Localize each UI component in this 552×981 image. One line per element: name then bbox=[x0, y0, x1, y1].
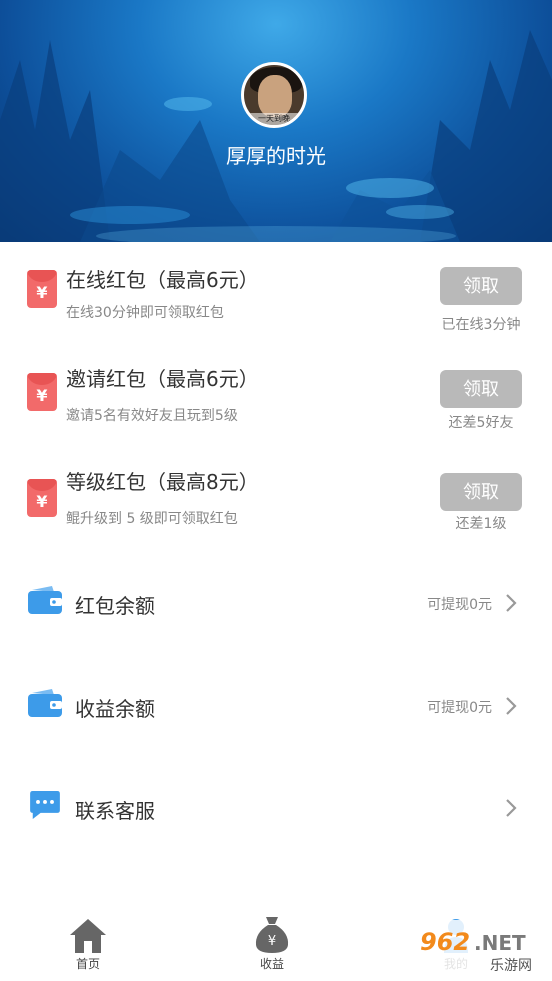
red-packet-subtitle: 鲲升级到 5 级即可领取红包 bbox=[66, 511, 238, 527]
claim-button[interactable]: 领取 bbox=[440, 370, 522, 408]
tab-earnings[interactable]: ¥ 收益 bbox=[212, 905, 332, 981]
money-bag-icon: ¥ bbox=[255, 917, 289, 953]
menu-label: 收益余额 bbox=[75, 697, 155, 721]
red-packet-subtitle: 邀请5名有效好友且玩到5级 bbox=[66, 408, 238, 424]
withdrawable-amount: 可提现0元 bbox=[427, 597, 492, 613]
red-packet-subtitle: 在线30分钟即可领取红包 bbox=[66, 305, 224, 321]
tab-label: 收益 bbox=[259, 957, 284, 971]
claim-button[interactable]: 领取 bbox=[440, 267, 522, 305]
chevron-right-icon bbox=[506, 594, 517, 612]
withdrawable-amount: 可提现0元 bbox=[427, 700, 492, 716]
red-packet-row-level: ¥ 等级红包（最高8元） 鲲升级到 5 级即可领取红包 领取 还差1级 bbox=[0, 448, 552, 548]
red-packet-status: 还差5好友 bbox=[448, 415, 514, 431]
red-packet-icon: ¥ bbox=[27, 373, 57, 411]
red-packet-row-online: ¥ 在线红包（最高6元） 在线30分钟即可领取红包 领取 已在线3分钟 bbox=[0, 242, 552, 342]
profile-header: 一天到晚 厚厚的时光 bbox=[0, 0, 552, 242]
avatar-caption: 一天到晚 bbox=[244, 113, 304, 125]
tab-label: 首页 bbox=[75, 957, 100, 971]
red-packet-icon: ¥ bbox=[27, 479, 57, 517]
home-icon bbox=[70, 919, 106, 953]
menu-item-redpacket-balance[interactable]: 红包余额 可提现0元 bbox=[0, 570, 552, 636]
chevron-right-icon bbox=[506, 697, 517, 715]
menu-item-earnings-balance[interactable]: 收益余额 可提现0元 bbox=[0, 673, 552, 739]
wallet-icon bbox=[28, 689, 62, 717]
red-packet-icon: ¥ bbox=[27, 270, 57, 308]
red-packet-title: 在线红包（最高6元） bbox=[66, 268, 259, 292]
tab-home[interactable]: 首页 bbox=[28, 905, 148, 981]
wallet-icon bbox=[28, 586, 62, 614]
chevron-right-icon bbox=[506, 799, 517, 817]
red-packet-title: 邀请红包（最高6元） bbox=[66, 367, 259, 391]
avatar[interactable]: 一天到晚 bbox=[241, 62, 307, 128]
menu-label: 联系客服 bbox=[75, 799, 155, 823]
svg-text:962: 962 bbox=[420, 928, 470, 956]
svg-text:乐游网: 乐游网 bbox=[490, 958, 532, 974]
red-packet-title: 等级红包（最高8元） bbox=[66, 470, 259, 494]
svg-text:.NET: .NET bbox=[474, 931, 526, 955]
red-packet-status: 还差1级 bbox=[455, 516, 507, 532]
username: 厚厚的时光 bbox=[226, 144, 326, 168]
chat-bubble-icon bbox=[30, 791, 60, 819]
menu-item-customer-service[interactable]: 联系客服 bbox=[0, 775, 552, 841]
menu-label: 红包余额 bbox=[75, 594, 155, 618]
red-packet-row-invite: ¥ 邀请红包（最高6元） 邀请5名有效好友且玩到5级 领取 还差5好友 bbox=[0, 345, 552, 445]
avatar-face bbox=[258, 75, 292, 117]
claim-button[interactable]: 领取 bbox=[440, 473, 522, 511]
red-packet-status: 已在线3分钟 bbox=[441, 317, 521, 333]
watermark-logo: 962 .NET 乐游网 bbox=[414, 920, 546, 974]
svg-text:¥: ¥ bbox=[268, 934, 276, 949]
